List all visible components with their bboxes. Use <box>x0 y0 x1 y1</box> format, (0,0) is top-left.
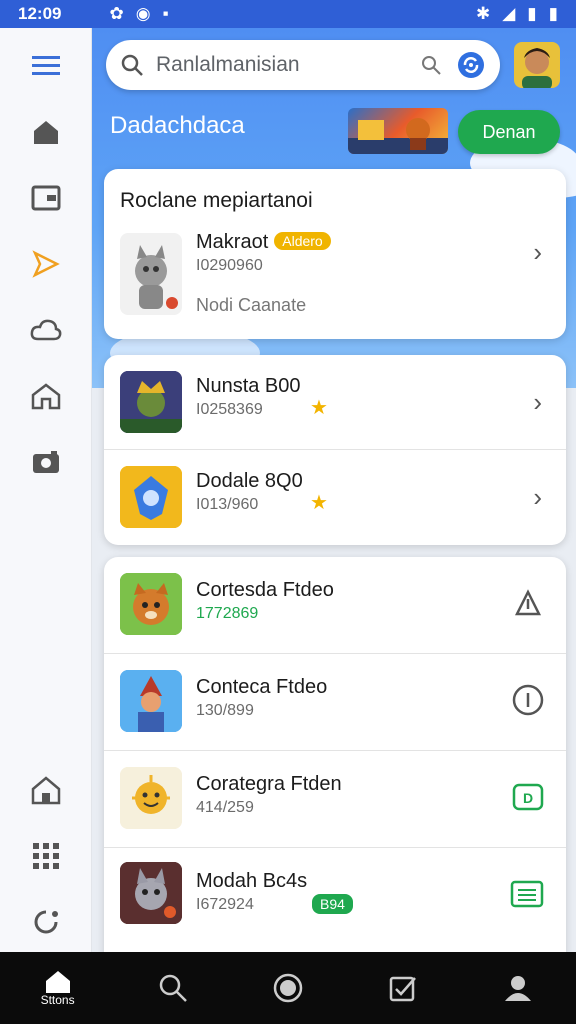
battery-icon: ▮ <box>527 4 537 23</box>
item-thumbnail <box>120 466 182 528</box>
item-name: Cortesda Ftdeo <box>196 579 334 601</box>
bluetooth-icon: ✱ <box>475 4 491 23</box>
nav-record[interactable] <box>258 958 318 1018</box>
status-bar: 12:09 ✿ ◉ ▪ ✱ ◢ ▮ ▮ <box>0 0 576 28</box>
svg-text:D: D <box>523 790 533 806</box>
wallet-icon[interactable] <box>22 174 70 222</box>
list-card-a: Nunsta B00 I0258369 ★ › Dodale 8Q0 I013/… <box>104 355 566 545</box>
home-outline-icon[interactable] <box>22 766 70 814</box>
nav-profile[interactable] <box>488 958 548 1018</box>
item-name: Nunsta B00 <box>196 375 301 397</box>
item-name: Dodale 8Q0 <box>196 470 303 492</box>
avatar[interactable] <box>514 42 560 88</box>
nav-home-label: Sttons <box>40 993 75 1007</box>
badge-d-icon[interactable]: D <box>512 783 544 811</box>
app-screen: 12:09 ✿ ◉ ▪ ✱ ◢ ▮ ▮ Ranlalmanisian Dadac… <box>0 0 576 1024</box>
chevron-right-icon[interactable]: › <box>533 387 542 418</box>
list-item[interactable]: Corategra Ftden 414/259 D <box>104 751 566 847</box>
item-thumbnail <box>120 371 182 433</box>
sync-icon[interactable] <box>456 50 486 80</box>
search-bar[interactable]: Ranlalmanisian <box>106 40 500 90</box>
location-icon: ◉ <box>135 4 151 23</box>
featured-item-name: Makraot <box>196 231 269 253</box>
featured-item-code: I0290960 <box>196 257 263 274</box>
nav-home[interactable]: Sttons <box>28 958 88 1018</box>
list-item[interactable]: Dodale 8Q0 I013/960 ★ › <box>104 450 566 545</box>
share-icon[interactable] <box>514 589 542 617</box>
item-thumbnail <box>120 767 182 829</box>
item-thumbnail <box>120 573 182 635</box>
battery-icon-2: ▮ <box>548 4 558 23</box>
refresh-icon[interactable] <box>22 898 70 946</box>
list-item[interactable]: Cortesda Ftdeo 1772869 <box>104 557 566 653</box>
cloud-icon[interactable] <box>22 306 70 354</box>
home-icon[interactable] <box>22 108 70 156</box>
signal-icon: ◢ <box>502 4 516 23</box>
list-icon[interactable] <box>510 880 544 908</box>
featured-item-badge: Aldero <box>274 232 331 250</box>
status-time: 12:09 <box>18 4 62 23</box>
search-submit-icon[interactable] <box>420 54 442 76</box>
item-name: Modah Bc4s <box>196 870 308 892</box>
item-code: 130/899 <box>196 702 254 719</box>
checkbox-icon <box>389 976 417 1002</box>
primary-action-button[interactable]: Denan <box>458 110 560 154</box>
send-icon[interactable] <box>22 240 70 288</box>
nav-search[interactable] <box>143 958 203 1018</box>
featured-heading: Roclane mepiartanoi <box>120 189 313 212</box>
search-input[interactable]: Ranlalmanisian <box>156 53 420 77</box>
item-name: Conteca Ftdeo <box>196 676 328 698</box>
list-card-b: Cortesda Ftdeo 1772869 Conteca Ftdeo 130… <box>104 557 566 957</box>
menu-icon[interactable] <box>22 42 70 90</box>
item-code: I0258369 <box>196 401 263 418</box>
item-code: 414/259 <box>196 799 254 816</box>
apps-grid-icon[interactable] <box>22 832 70 880</box>
home-icon <box>45 971 70 993</box>
promo-banner-image[interactable] <box>348 108 448 154</box>
profile-icon <box>505 976 532 1001</box>
chevron-right-icon[interactable]: › <box>533 482 542 513</box>
list-item[interactable]: Modah Bc4s I672924 B94 <box>104 848 566 944</box>
item-thumbnail <box>120 862 182 924</box>
section-title: Dadachdaca <box>110 112 245 139</box>
search-icon <box>159 974 187 1002</box>
item-badge: B94 <box>312 894 353 914</box>
settings-icon: ✿ <box>109 4 124 23</box>
item-name: Corategra Ftden <box>196 773 342 795</box>
notification-icon: ▪ <box>162 4 169 23</box>
featured-item-thumbnail <box>120 233 182 315</box>
list-item[interactable]: Nunsta B00 I0258369 ★ › <box>104 355 566 449</box>
star-icon: ★ <box>310 492 328 514</box>
bottom-nav: Sttons <box>0 952 576 1024</box>
camera-icon[interactable] <box>22 438 70 486</box>
item-code: I013/960 <box>196 496 259 513</box>
chevron-right-icon[interactable]: › <box>533 237 542 268</box>
item-code: 1772869 <box>196 605 259 622</box>
store-icon[interactable] <box>22 372 70 420</box>
nav-tasks[interactable] <box>373 958 433 1018</box>
featured-item-row[interactable]: Makraot Aldero <box>196 231 331 254</box>
record-icon <box>273 973 303 1003</box>
featured-item-note: Nodi Caanate <box>196 295 307 315</box>
search-icon <box>121 54 143 76</box>
star-icon: ★ <box>310 397 328 419</box>
list-item[interactable]: Conteca Ftdeo 130/899 <box>104 654 566 750</box>
item-code: I672924 <box>196 896 254 913</box>
featured-card: Roclane mepiartanoi Makraot Aldero I02909… <box>104 169 566 339</box>
item-thumbnail <box>120 670 182 732</box>
sidebar <box>0 28 92 952</box>
info-icon[interactable] <box>512 684 544 716</box>
